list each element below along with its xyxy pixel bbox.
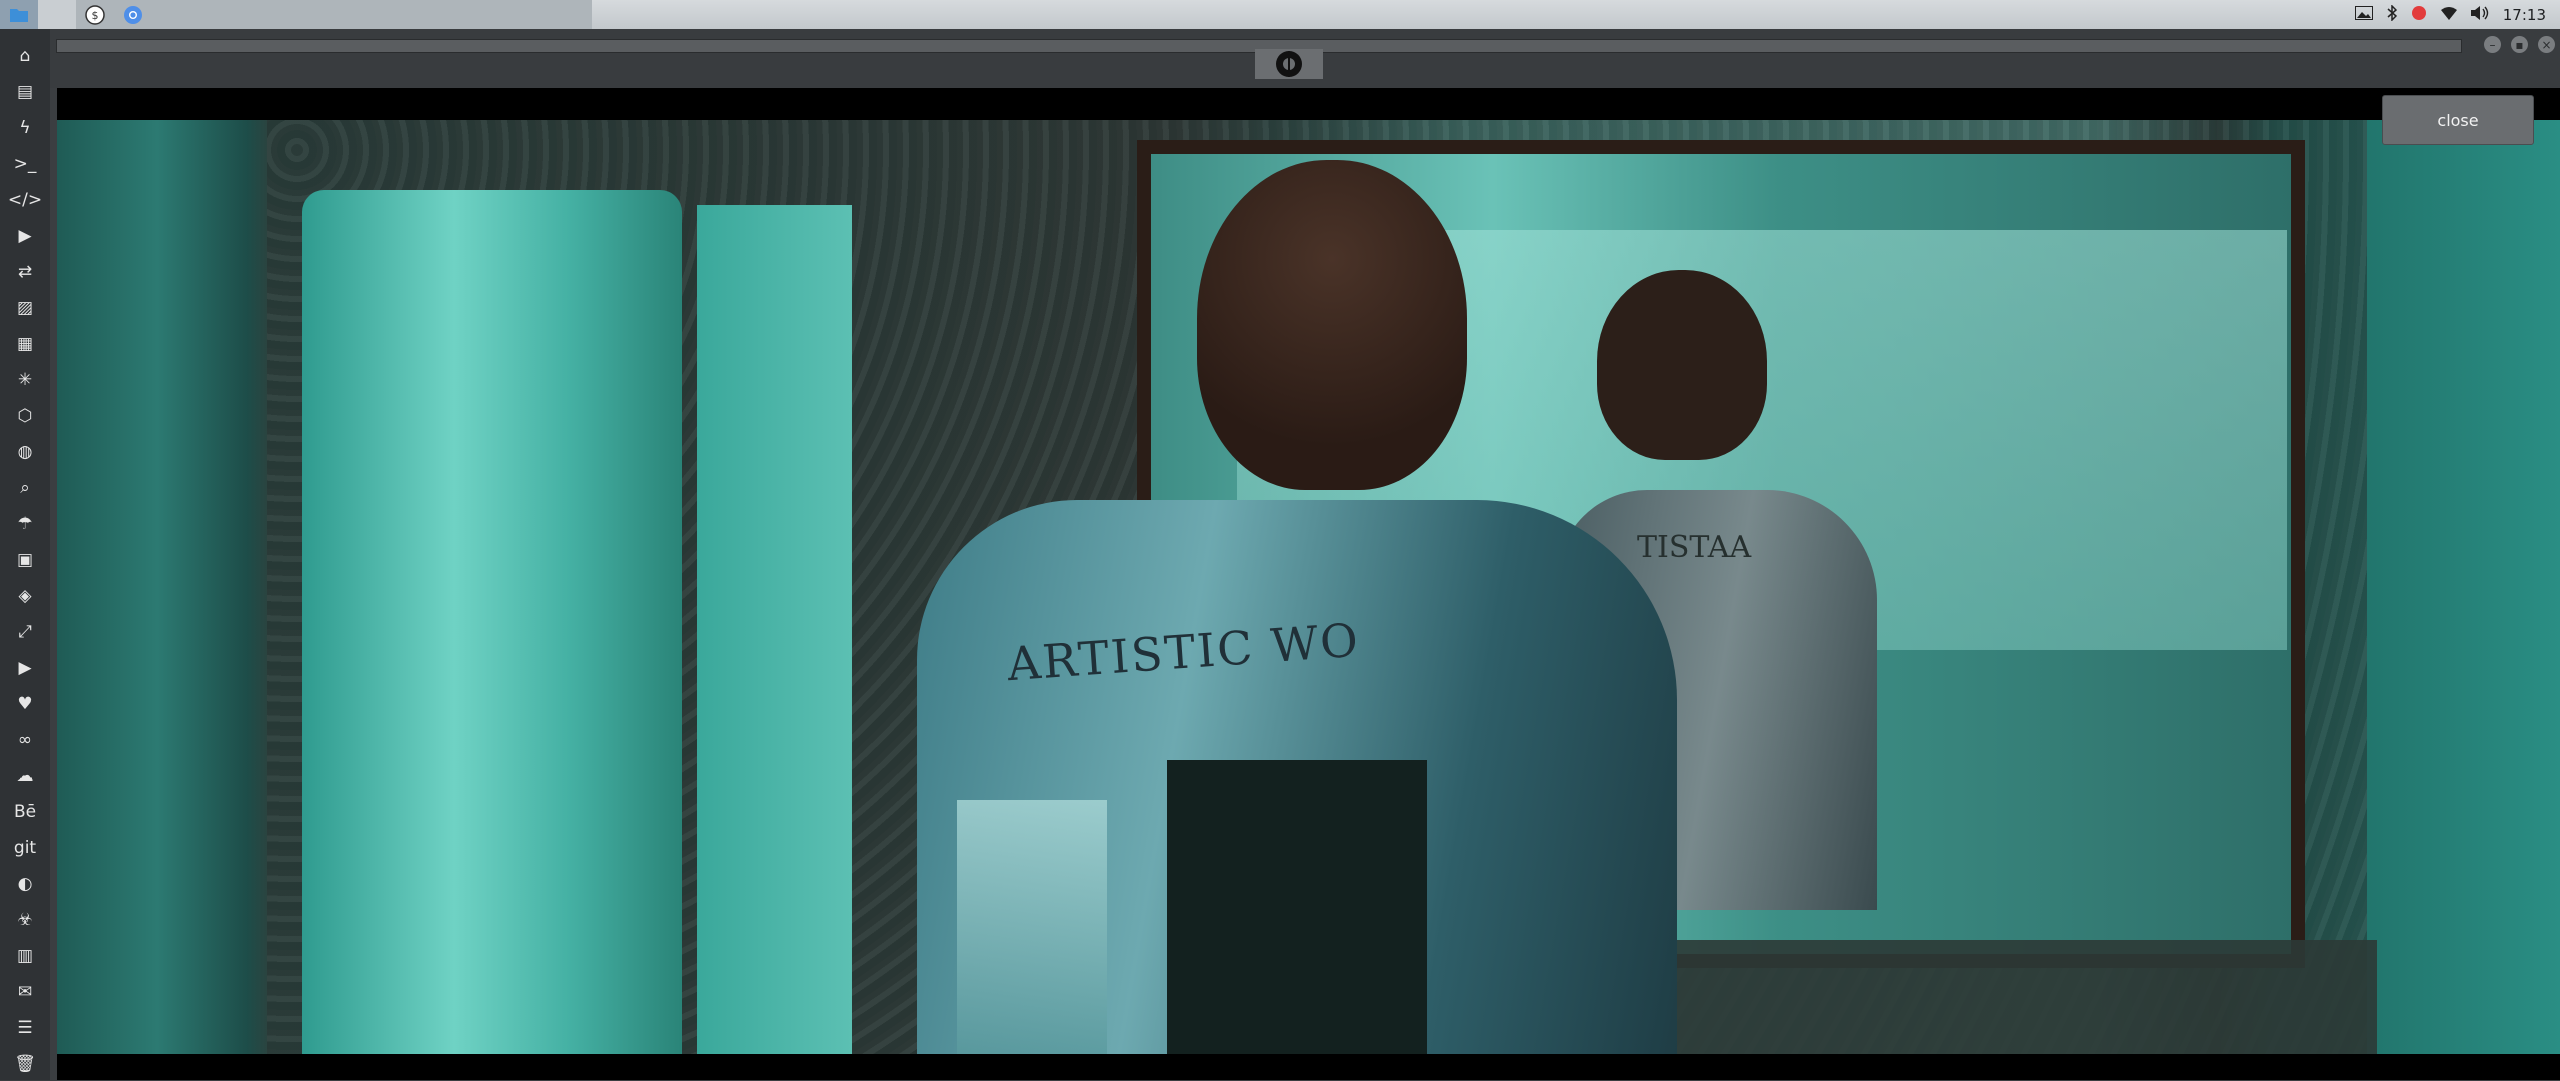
chrome-app-icon[interactable] [114, 0, 152, 29]
reflection-text: TISTAA [1637, 530, 1752, 565]
document-icon[interactable]: ▤ [0, 75, 50, 109]
close-button[interactable]: close [2382, 95, 2534, 145]
volume-icon[interactable] [2470, 5, 2489, 24]
window-titlebar[interactable]: – ▪ × [50, 29, 2560, 88]
bolt-icon[interactable]: ϟ [0, 111, 50, 145]
jacket-patch-left [957, 800, 1107, 1054]
cloud-icon[interactable]: ☁ [0, 759, 50, 793]
image-icon[interactable] [2354, 5, 2373, 24]
maximize-icon[interactable]: ▪ [2511, 36, 2528, 53]
contact-icon[interactable]: ▣ [0, 543, 50, 577]
globe-icon[interactable]: ◍ [0, 435, 50, 469]
mail-icon[interactable]: ✉ [0, 975, 50, 1009]
files-app-icon[interactable] [0, 0, 38, 29]
biohazard-icon[interactable]: ☣ [0, 903, 50, 937]
close-icon[interactable]: × [2538, 36, 2555, 53]
person-head [1197, 160, 1467, 490]
expand-icon[interactable]: ⤢ [0, 615, 50, 649]
behance-icon[interactable]: Bē [0, 795, 50, 829]
youtube-icon[interactable]: ▶ [0, 651, 50, 685]
server-icon[interactable]: ☰ [0, 1011, 50, 1045]
wifi-icon[interactable] [2440, 6, 2457, 24]
top-panel: $ 17:13 [0, 0, 2560, 30]
video-overlay: TISTAA ARTISTIC WO [57, 88, 2560, 1080]
clock[interactable]: 17:13 [2503, 6, 2546, 24]
play-icon[interactable]: ▶ [0, 219, 50, 253]
terminal-icon[interactable]: >_ [0, 147, 50, 181]
sink-counter [1677, 940, 2377, 1054]
taskbar-app-blank[interactable] [38, 0, 76, 29]
cabinet [302, 190, 682, 1054]
news-icon[interactable]: ▦ [0, 327, 50, 361]
heart-icon[interactable]: ♥ [0, 687, 50, 721]
home-icon[interactable]: ⌂ [0, 39, 50, 73]
translate-icon[interactable]: ⇄ [0, 255, 50, 289]
rebel-alliance-logo[interactable] [1255, 49, 1323, 79]
minimize-icon[interactable]: – [2484, 36, 2501, 53]
hexagon-icon[interactable]: ⬡ [0, 399, 50, 433]
cabinet-side [697, 205, 852, 1054]
react-icon[interactable]: ✳ [0, 363, 50, 397]
system-tray: 17:13 [2354, 0, 2560, 29]
umbrella-icon[interactable]: ☂ [0, 507, 50, 541]
dollar-app-icon[interactable]: $ [76, 0, 114, 29]
search-icon[interactable]: ⌕ [0, 471, 50, 505]
jacket-patch [1167, 760, 1427, 1054]
tag-icon[interactable]: ◈ [0, 579, 50, 613]
record-icon[interactable] [2411, 5, 2427, 25]
git-icon[interactable]: git [0, 831, 50, 865]
reflection-head [1597, 270, 1767, 460]
bluetooth-icon[interactable] [2387, 3, 2397, 25]
svg-text:$: $ [92, 9, 99, 22]
map-icon[interactable]: ▥ [0, 939, 50, 973]
github-icon[interactable]: ◐ [0, 867, 50, 901]
image-icon[interactable]: ▨ [0, 291, 50, 325]
taskbar-apps: $ [0, 0, 592, 29]
left-dock: ⌂ ▤ ϟ >_ </> ▶ ⇄ ▨ ▦ ✳ ⬡ ◍ ⌕ ☂ ▣ ◈ ⤢ ▶ ♥ ∞ ☁ Bē git ◐ ☣ ▥ ✉ ☰ 🗑 [0, 29, 50, 1080]
video-frame[interactable]: TISTAA ARTISTIC WO [57, 120, 2560, 1054]
code-icon[interactable]: </> [0, 183, 50, 217]
trash-icon[interactable]: 🗑 [0, 1047, 50, 1081]
infinity-icon[interactable]: ∞ [0, 723, 50, 757]
